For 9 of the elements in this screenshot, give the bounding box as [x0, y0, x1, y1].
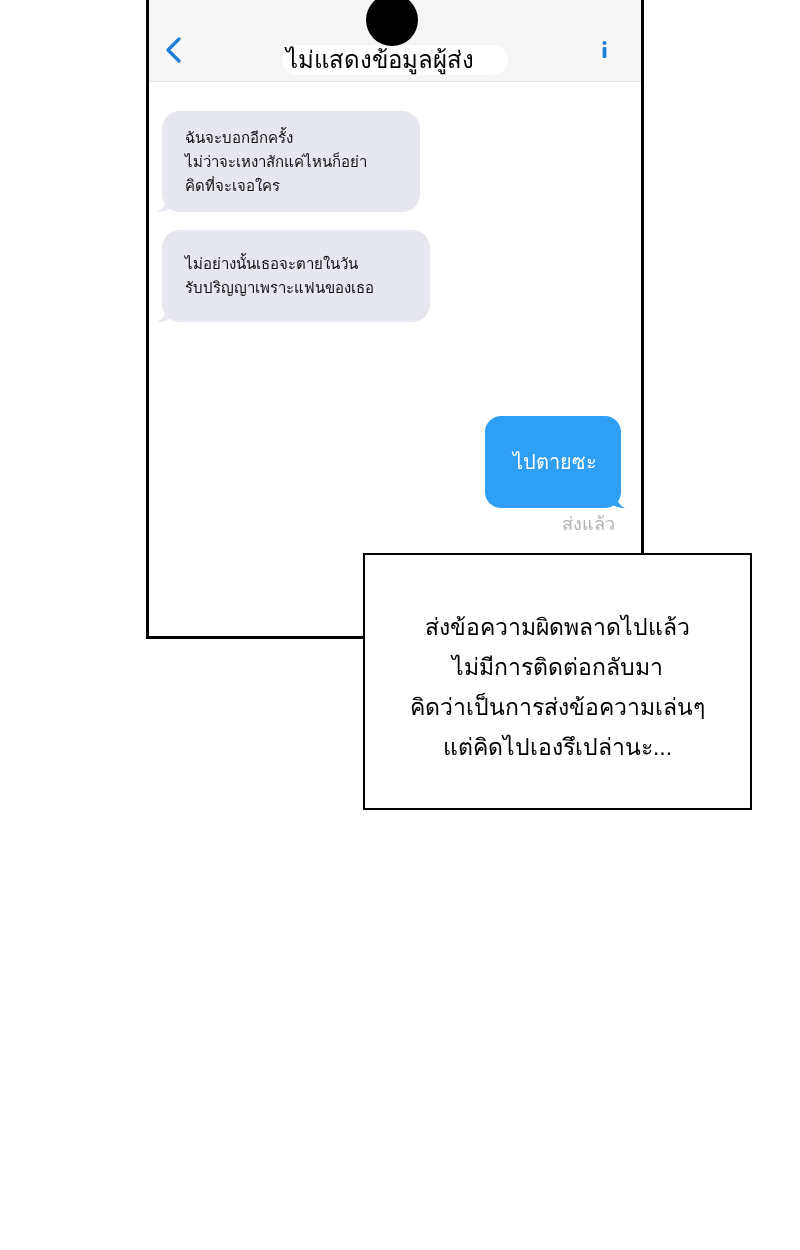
message-text: ฉันจะบอกอีกครั้ง ไม่ว่าจะเหงาสักแค่ไหนก็อย่า คิดที่จะเจอใคร	[185, 126, 368, 196]
message-text: ไม่อย่างนั้นเธอจะตายในวัน รับปริญญาเพราะแฟนของเธอ	[185, 252, 375, 298]
message-text: ไปตายซะ	[513, 450, 597, 475]
caption-text: ส่งข้อความผิดพลาดไปแล้ว ไม่มีการติดต่อกลับมา คิดว่าเป็นการส่งข้อความเล่นๆ แต่คิดไปเองรึเปล่านะ...	[410, 613, 705, 762]
back-chevron-icon[interactable]	[165, 37, 182, 63]
chat-title: ไม่แสดงข้อมูลผู้ส่ง	[282, 45, 508, 75]
delivery-status: ส่งแล้ว	[562, 513, 615, 536]
camera-hole-icon	[366, 0, 418, 46]
info-icon[interactable]	[602, 41, 607, 58]
